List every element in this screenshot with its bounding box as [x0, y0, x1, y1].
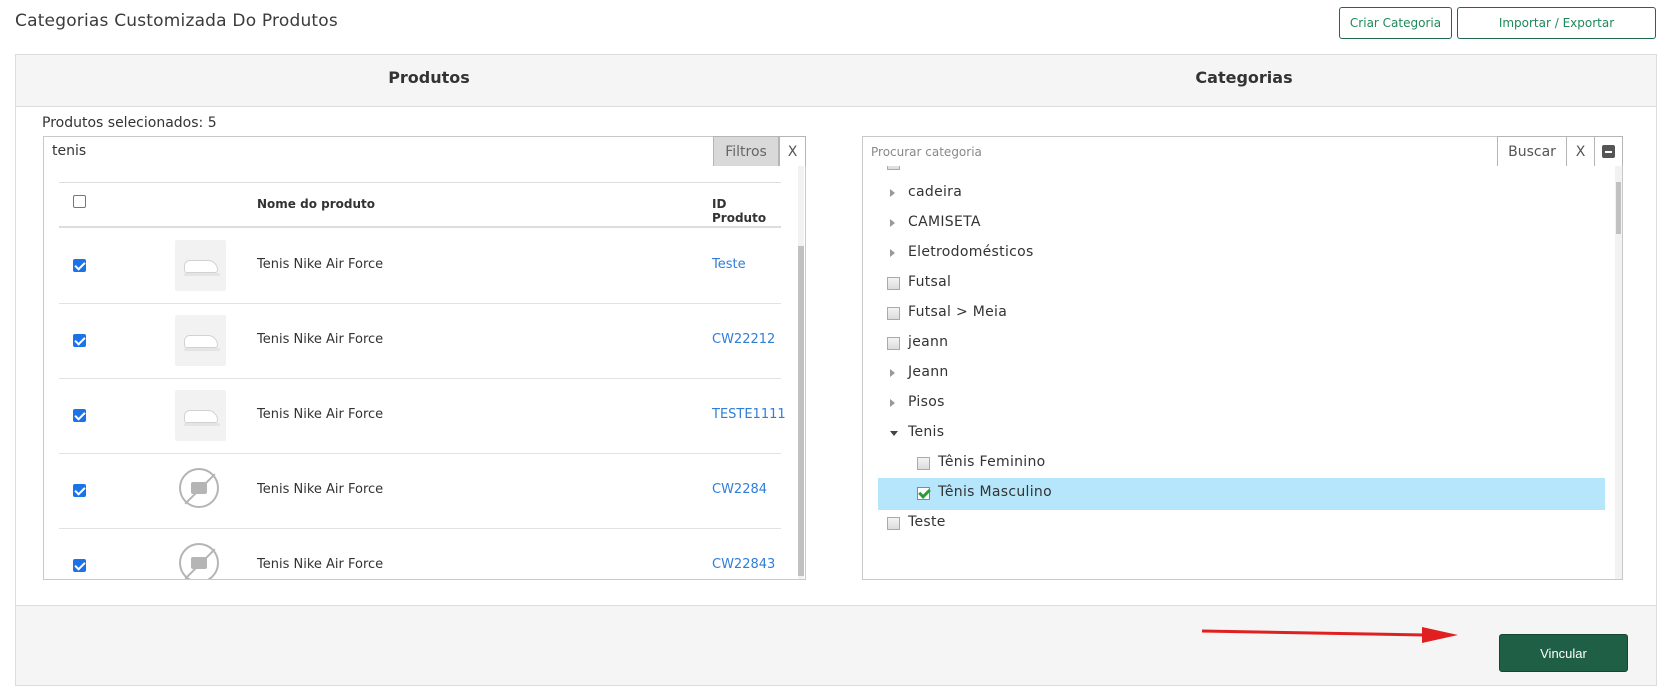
category-item[interactable]: CAMISETA — [863, 208, 1605, 240]
category-label: Tenis — [908, 424, 945, 440]
category-label: cadeira — [908, 184, 963, 200]
filtros-button[interactable]: Filtros — [713, 136, 779, 167]
category-item[interactable]: Teste — [863, 508, 1605, 540]
products-scrollbar[interactable] — [798, 166, 804, 579]
product-name: Tenis Nike Air Force — [257, 407, 384, 422]
clear-product-search-button[interactable]: X — [779, 136, 806, 167]
row-checkbox[interactable] — [73, 409, 86, 422]
buscar-button[interactable]: Buscar — [1497, 136, 1567, 167]
table-row[interactable]: Tenis Nike Air Force Teste — [59, 229, 781, 304]
no-image-icon — [179, 468, 219, 508]
no-image-icon — [179, 543, 219, 579]
category-label: Eletrodomésticos — [908, 244, 1034, 260]
categorias-column-title: Categorias — [1195, 68, 1293, 87]
product-name: Tenis Nike Air Force — [257, 482, 384, 497]
category-item[interactable]: Eletrodomésticos — [863, 238, 1605, 270]
product-search-input[interactable]: tenis — [52, 143, 86, 159]
header-name: Nome do produto — [257, 197, 375, 211]
category-label: CAMISETA — [908, 214, 981, 230]
row-checkbox[interactable] — [73, 559, 86, 572]
product-thumbnail — [175, 240, 226, 291]
category-label: Tênis Feminino — [938, 454, 1046, 470]
category-item[interactable]: Futsal > Meia — [863, 298, 1605, 330]
category-checkbox[interactable] — [887, 166, 900, 170]
table-row[interactable]: Tenis Nike Air Force CW2284 — [59, 454, 781, 529]
product-search[interactable]: tenis Filtros X — [43, 136, 806, 167]
caret-right-icon[interactable] — [890, 399, 895, 407]
category-label: Tênis Masculino — [938, 484, 1052, 500]
category-search[interactable]: Procurar categoria Buscar X — [862, 136, 1623, 167]
clear-category-search-button[interactable]: X — [1566, 136, 1595, 167]
product-name: Tenis Nike Air Force — [257, 332, 384, 347]
product-id-link[interactable]: CW2284 — [712, 482, 767, 497]
row-checkbox[interactable] — [73, 259, 86, 272]
category-item[interactable]: Tenis — [863, 418, 1605, 450]
category-checkbox[interactable] — [887, 277, 900, 290]
importar-exportar-button[interactable]: Importar / Exportar — [1457, 7, 1656, 39]
category-checkbox[interactable] — [887, 337, 900, 350]
category-item[interactable]: Futsal — [863, 268, 1605, 300]
table-header: Nome do produto ID Produto — [59, 182, 781, 228]
table-row[interactable]: Tenis Nike Air Force TESTE1111 — [59, 379, 786, 454]
vincular-button[interactable]: Vincular — [1499, 634, 1628, 672]
product-id-link[interactable]: TESTE1111 — [712, 407, 786, 422]
table-row[interactable]: Tenis Nike Air Force CW22212 — [59, 304, 781, 379]
product-id-link[interactable]: CW22212 — [712, 332, 775, 347]
category-checkbox[interactable] — [917, 457, 930, 470]
page-title: Categorias Customizada Do Produtos — [15, 11, 338, 31]
caret-right-icon[interactable] — [890, 369, 895, 377]
category-scrollbar[interactable] — [1615, 166, 1622, 579]
category-label: Jeann — [908, 364, 949, 380]
row-checkbox[interactable] — [73, 484, 86, 497]
collapse-all-button[interactable] — [1594, 136, 1623, 167]
minus-square-icon — [1602, 145, 1615, 158]
category-search-input[interactable]: Procurar categoria — [871, 145, 982, 159]
category-checkbox[interactable] — [917, 487, 930, 500]
selected-count: Produtos selecionados: 5 — [42, 115, 217, 131]
header-id: ID Produto — [712, 197, 767, 225]
category-item[interactable]: Tênis Masculino — [878, 478, 1605, 510]
select-all-checkbox[interactable] — [73, 195, 86, 208]
product-thumbnail — [175, 390, 226, 441]
category-label: Futsal > Meia — [908, 304, 1008, 320]
category-checkbox[interactable] — [887, 307, 900, 320]
category-label: Futsal — [908, 274, 952, 290]
caret-right-icon[interactable] — [890, 189, 895, 197]
category-item[interactable]: Jeann — [863, 358, 1605, 390]
category-item[interactable]: Pisos — [863, 388, 1605, 420]
category-label: jeann — [908, 334, 949, 350]
product-name: Tenis Nike Air Force — [257, 557, 384, 572]
criar-categoria-button[interactable]: Criar Categoria — [1339, 7, 1452, 39]
category-label: Teste — [908, 514, 946, 530]
category-label: Bermuda — [908, 166, 974, 170]
caret-right-icon[interactable] — [890, 219, 895, 227]
product-thumbnail — [175, 315, 226, 366]
category-checkbox[interactable] — [887, 517, 900, 530]
products-table: Nome do produto ID Produto Tenis Nike Ai… — [43, 166, 806, 580]
produtos-column-title: Produtos — [388, 68, 470, 87]
row-checkbox[interactable] — [73, 334, 86, 347]
category-label: Pisos — [908, 394, 945, 410]
product-id-link[interactable]: Teste — [712, 257, 746, 272]
category-tree: Bermuda cadeira CAMISETA Eletrodomésticos Fu… — [862, 166, 1623, 580]
table-row[interactable]: Tenis Nike Air Force CW22843 — [59, 529, 781, 579]
category-item[interactable]: cadeira — [863, 178, 1605, 210]
caret-down-icon[interactable] — [890, 431, 898, 436]
category-item[interactable]: jeann — [863, 328, 1605, 360]
product-id-link[interactable]: CW22843 — [712, 557, 775, 572]
product-name: Tenis Nike Air Force — [257, 257, 384, 272]
red-arrow-annotation — [1201, 627, 1458, 643]
category-item[interactable]: Tênis Feminino — [863, 448, 1605, 480]
panel-header: Produtos Categorias — [16, 55, 1656, 107]
caret-right-icon[interactable] — [890, 249, 895, 257]
